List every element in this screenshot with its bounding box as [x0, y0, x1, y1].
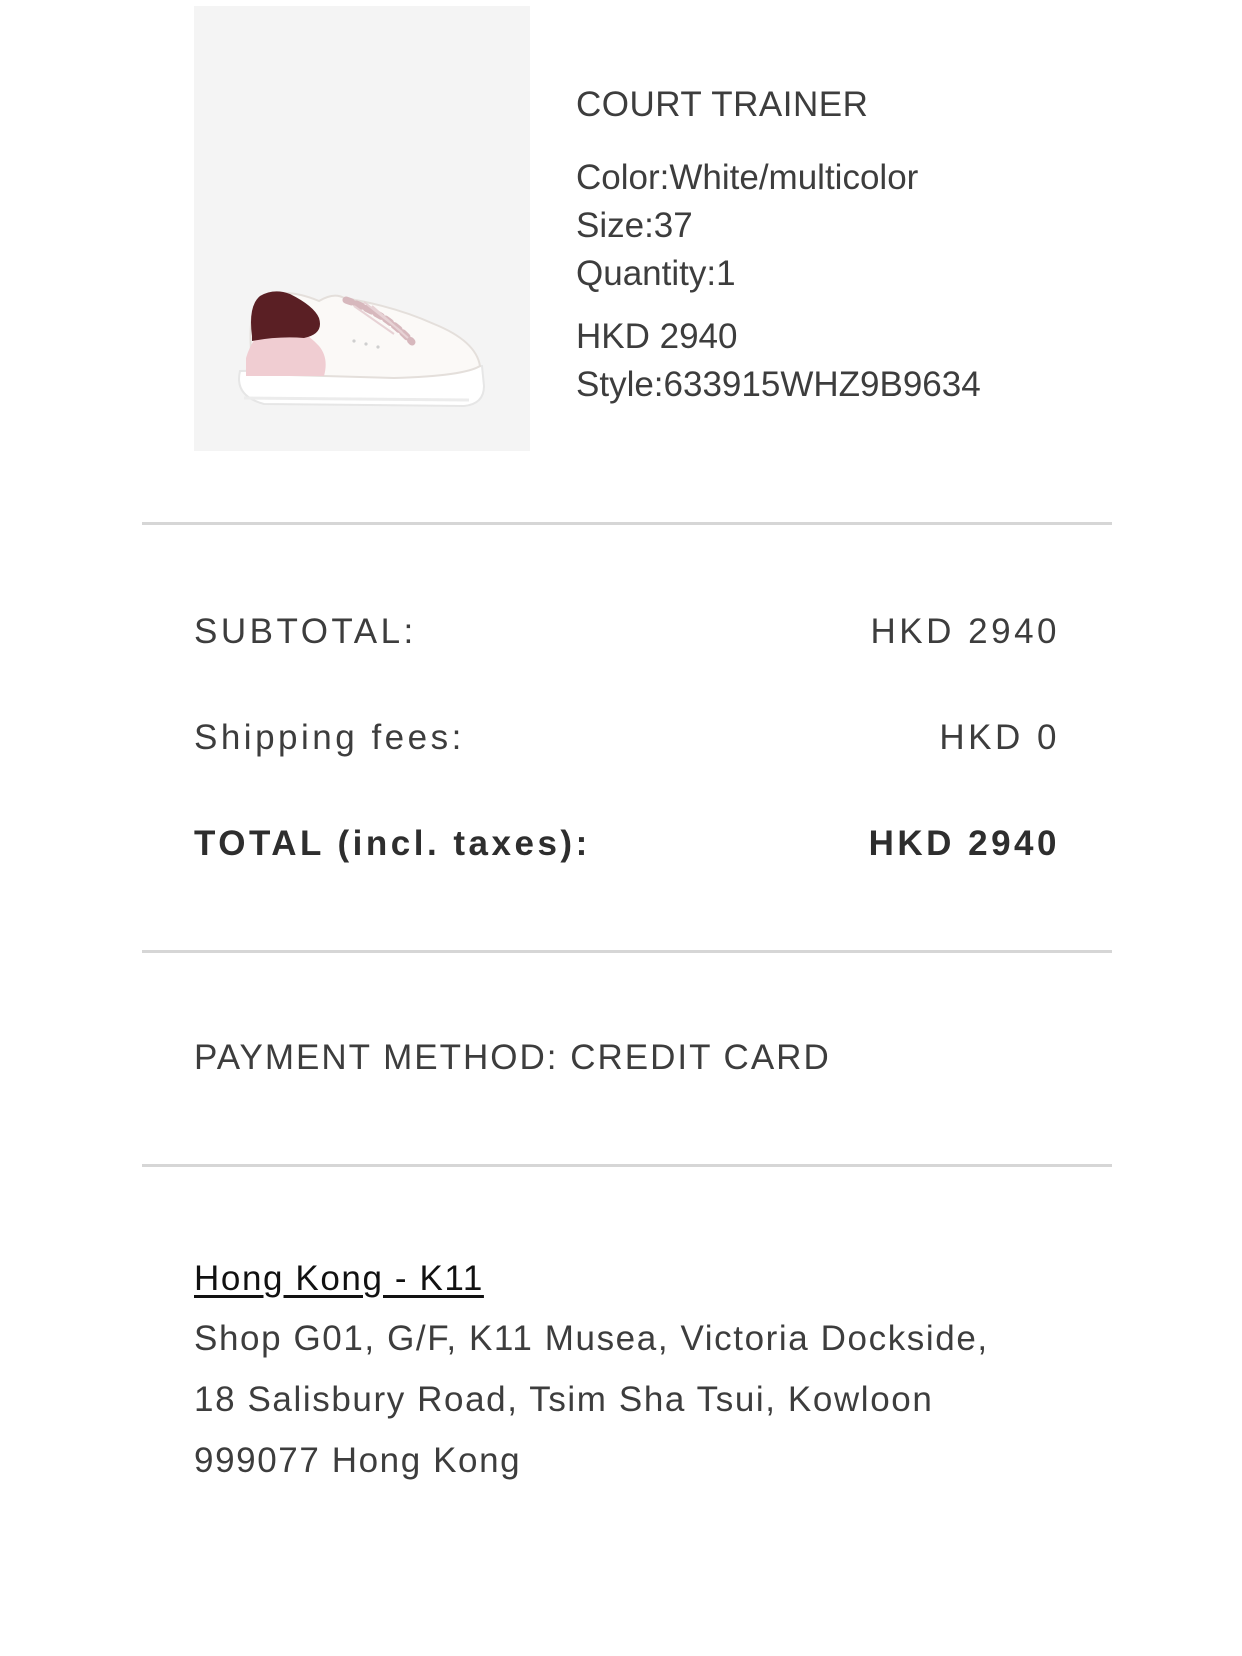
product-size: Size:37: [576, 206, 693, 245]
sneaker-illustration: [238, 291, 486, 408]
product-quantity: Quantity:1: [576, 254, 736, 293]
store-address-line: Shop G01, G/F, K11 Musea, Victoria Docks…: [194, 1319, 989, 1358]
store-address-line: 18 Salisbury Road, Tsim Sha Tsui, Kowloo…: [194, 1380, 934, 1419]
product-style: Style:633915WHZ9B9634: [576, 365, 981, 404]
divider: [142, 522, 1112, 525]
store-info: Hong Kong - K11 Shop G01, G/F, K11 Musea…: [194, 1250, 989, 1491]
store-name-link[interactable]: Hong Kong - K11: [194, 1250, 484, 1308]
shipping-row: Shipping fees: HKD 0: [194, 718, 1060, 758]
product-price-block: HKD 2940 Style:633915WHZ9B9634: [576, 313, 1096, 409]
product-name[interactable]: COURT TRAINER: [576, 78, 1096, 132]
total-label: TOTAL (incl. taxes):: [194, 824, 591, 863]
total-value: HKD 2940: [868, 824, 1060, 863]
store-address-line: 999077 Hong Kong: [194, 1441, 522, 1480]
product-details: COURT TRAINER Color:White/multicolor Siz…: [576, 78, 1096, 409]
subtotal-row: SUBTOTAL: HKD 2940: [194, 612, 1060, 652]
product-image[interactable]: [194, 6, 530, 451]
order-item: COURT TRAINER Color:White/multicolor Siz…: [194, 6, 1104, 451]
product-attributes: Color:White/multicolor Size:37 Quantity:…: [576, 154, 1096, 298]
shipping-label: Shipping fees:: [194, 718, 465, 757]
divider: [142, 950, 1112, 953]
divider: [142, 1164, 1112, 1167]
payment-method: PAYMENT METHOD: CREDIT CARD: [194, 1038, 831, 1077]
total-row: TOTAL (incl. taxes): HKD 2940: [194, 824, 1060, 864]
subtotal-value: HKD 2940: [870, 612, 1060, 651]
product-color: Color:White/multicolor: [576, 158, 919, 197]
product-price: HKD 2940: [576, 317, 738, 356]
subtotal-label: SUBTOTAL:: [194, 612, 417, 651]
shipping-value: HKD 0: [939, 718, 1060, 757]
